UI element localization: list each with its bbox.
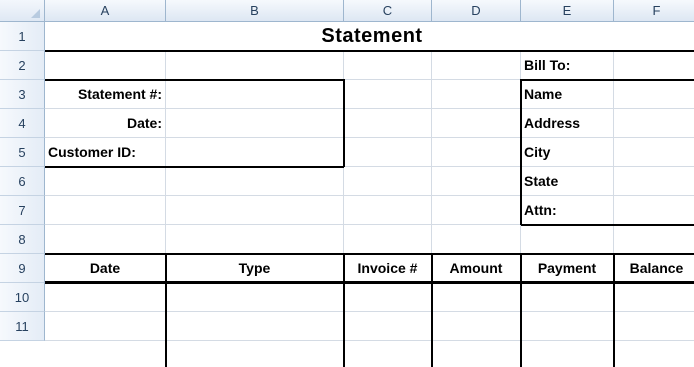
cell-e11[interactable] [521,312,614,341]
cell-f3[interactable] [614,80,694,109]
row-header-10[interactable]: 10 [0,283,45,312]
cell-d5[interactable] [432,138,521,167]
cell-a8[interactable] [45,225,166,254]
cell-c5[interactable] [344,138,432,167]
table-column-divider-5 [613,254,615,367]
header-invoice-number[interactable]: Invoice # [344,254,432,283]
cell-c11[interactable] [344,312,432,341]
column-header-c[interactable]: C [344,0,432,22]
select-all-triangle-icon [31,9,40,18]
cell-f7[interactable] [614,196,694,225]
cell-c3[interactable] [344,80,432,109]
cell-f8[interactable] [614,225,694,254]
cell-e10[interactable] [521,283,614,312]
row-header-2[interactable]: 2 [0,51,45,80]
table-column-divider-3 [431,254,433,367]
table-top-border [45,253,694,255]
row-header-7[interactable]: 7 [0,196,45,225]
statement-box-bottom [45,166,344,168]
name-label[interactable]: Name [521,80,614,109]
statement-number-label[interactable]: Statement #: [45,80,166,109]
title-cell[interactable]: Statement [45,22,694,51]
title-bottom-border [45,50,694,52]
cell-b3[interactable] [166,80,344,109]
cell-c2[interactable] [344,51,432,80]
cell-c6[interactable] [344,167,432,196]
cell-b7[interactable] [166,196,344,225]
cell-c4[interactable] [344,109,432,138]
address-label[interactable]: Address [521,109,614,138]
table-column-divider-4 [520,254,522,367]
cell-a2[interactable] [45,51,166,80]
cell-b2[interactable] [166,51,344,80]
column-header-b[interactable]: B [166,0,344,22]
cell-b6[interactable] [166,167,344,196]
header-date[interactable]: Date [45,254,166,283]
cell-c8[interactable] [344,225,432,254]
cell-f11[interactable] [614,312,694,341]
table-column-divider-1 [165,254,167,367]
cell-f4[interactable] [614,109,694,138]
cell-c7[interactable] [344,196,432,225]
table-header-bottom [45,282,694,284]
state-label[interactable]: State [521,167,614,196]
row-header-1[interactable]: 1 [0,22,45,51]
column-header-a[interactable]: A [45,0,166,22]
cell-f10[interactable] [614,283,694,312]
billto-box-bottom [521,224,694,226]
row-header-8[interactable]: 8 [0,225,45,254]
select-all-corner[interactable] [0,0,45,22]
date-label[interactable]: Date: [45,109,166,138]
column-header-d[interactable]: D [432,0,521,22]
table-column-divider-2 [343,254,345,367]
attn-label[interactable]: Attn: [521,196,614,225]
cell-a6[interactable] [45,167,166,196]
statement-box-right [343,79,345,167]
cell-a11[interactable] [45,312,166,341]
row-header-6[interactable]: 6 [0,167,45,196]
row-header-5[interactable]: 5 [0,138,45,167]
spreadsheet-grid[interactable]: A B C D E F 1 2 3 4 5 6 7 8 9 10 11 Statement Bill To: Stat… [0,0,694,367]
city-label[interactable]: City [521,138,614,167]
cell-b11[interactable] [166,312,344,341]
cell-d2[interactable] [432,51,521,80]
cell-d11[interactable] [432,312,521,341]
cell-a7[interactable] [45,196,166,225]
billto-box-left [520,79,522,225]
cell-f5[interactable] [614,138,694,167]
cell-b8[interactable] [166,225,344,254]
header-amount[interactable]: Amount [432,254,521,283]
cell-d8[interactable] [432,225,521,254]
cell-f6[interactable] [614,167,694,196]
cell-d7[interactable] [432,196,521,225]
bill-to-label[interactable]: Bill To: [521,51,614,80]
statement-box-top [45,79,344,81]
cell-d10[interactable] [432,283,521,312]
cell-b5[interactable] [166,138,344,167]
cell-d3[interactable] [432,80,521,109]
row-header-4[interactable]: 4 [0,109,45,138]
cell-e8[interactable] [521,225,614,254]
column-header-f[interactable]: F [614,0,694,22]
cell-d4[interactable] [432,109,521,138]
cell-a10[interactable] [45,283,166,312]
cell-b10[interactable] [166,283,344,312]
cell-f2[interactable] [614,51,694,80]
header-type[interactable]: Type [166,254,344,283]
billto-box-top [521,79,694,81]
row-header-9[interactable]: 9 [0,254,45,283]
cell-d6[interactable] [432,167,521,196]
customer-id-label[interactable]: Customer ID: [45,138,166,167]
cell-b4[interactable] [166,109,344,138]
row-header-11[interactable]: 11 [0,312,45,341]
column-header-e[interactable]: E [521,0,614,22]
header-payment[interactable]: Payment [521,254,614,283]
row-header-3[interactable]: 3 [0,80,45,109]
cell-c10[interactable] [344,283,432,312]
header-balance[interactable]: Balance [614,254,694,283]
